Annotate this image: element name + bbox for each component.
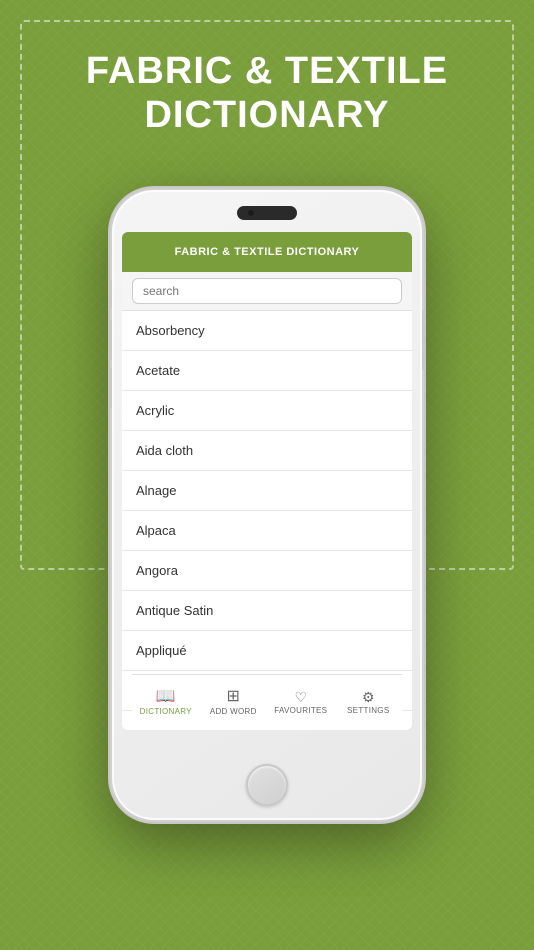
list-item[interactable]: Absorbency <box>122 311 412 351</box>
screen-header: FABRIC & TEXTILE DICTIONARY <box>122 232 412 272</box>
phone-volume-up-button <box>108 320 112 360</box>
phone-mute-button <box>108 280 112 308</box>
screen-header-title: FABRIC & TEXTILE DICTIONARY <box>138 246 396 258</box>
word-list: AbsorbencyAcetateAcrylicAida clothAlnage… <box>122 311 412 719</box>
add-word-icon: ⊞ <box>227 689 240 705</box>
list-item[interactable]: Acetate <box>122 351 412 391</box>
app-title-line2: DICTIONARY <box>40 94 494 138</box>
settings-icon: ⚙ <box>362 690 375 704</box>
phone-screen: FABRIC & TEXTILE DICTIONARY AbsorbencyAc… <box>122 232 412 730</box>
search-input[interactable] <box>132 278 402 304</box>
tab-settings[interactable]: ⚙ SETTINGS <box>335 690 403 715</box>
phone-body: FABRIC & TEXTILE DICTIONARY AbsorbencyAc… <box>112 190 422 820</box>
list-item[interactable]: Appliqué <box>122 631 412 671</box>
tab-favourites[interactable]: ♡ FAVOURITES <box>267 690 335 715</box>
list-item[interactable]: Angora <box>122 551 412 591</box>
list-item[interactable]: Alpaca <box>122 511 412 551</box>
app-title: FABRIC & TEXTILE DICTIONARY <box>0 40 534 147</box>
tab-add-word[interactable]: ⊞ ADD WORD <box>200 689 268 716</box>
phone-power-button <box>422 310 426 370</box>
phone-volume-down-button <box>108 368 112 408</box>
list-item[interactable]: Antique Satin <box>122 591 412 631</box>
tab-settings-label: SETTINGS <box>347 706 389 715</box>
list-item[interactable]: Alnage <box>122 471 412 511</box>
phone-device: FABRIC & TEXTILE DICTIONARY AbsorbencyAc… <box>112 190 422 820</box>
search-bar-container <box>122 272 412 311</box>
tab-dictionary[interactable]: 📖 DICTIONARY <box>132 689 200 716</box>
list-item[interactable]: Aida cloth <box>122 431 412 471</box>
tab-add-word-label: ADD WORD <box>210 707 257 716</box>
tab-favourites-label: FAVOURITES <box>274 706 327 715</box>
app-title-line1: FABRIC & TEXTILE <box>40 50 494 94</box>
tab-dictionary-label: DICTIONARY <box>140 707 192 716</box>
favourites-icon: ♡ <box>294 690 307 704</box>
phone-camera <box>237 206 297 220</box>
phone-home-button[interactable] <box>246 764 288 806</box>
dictionary-icon: 📖 <box>156 689 176 705</box>
list-item[interactable]: Acrylic <box>122 391 412 431</box>
tab-bar: 📖 DICTIONARY ⊞ ADD WORD ♡ FAVOURITES ⚙ S… <box>132 674 402 730</box>
